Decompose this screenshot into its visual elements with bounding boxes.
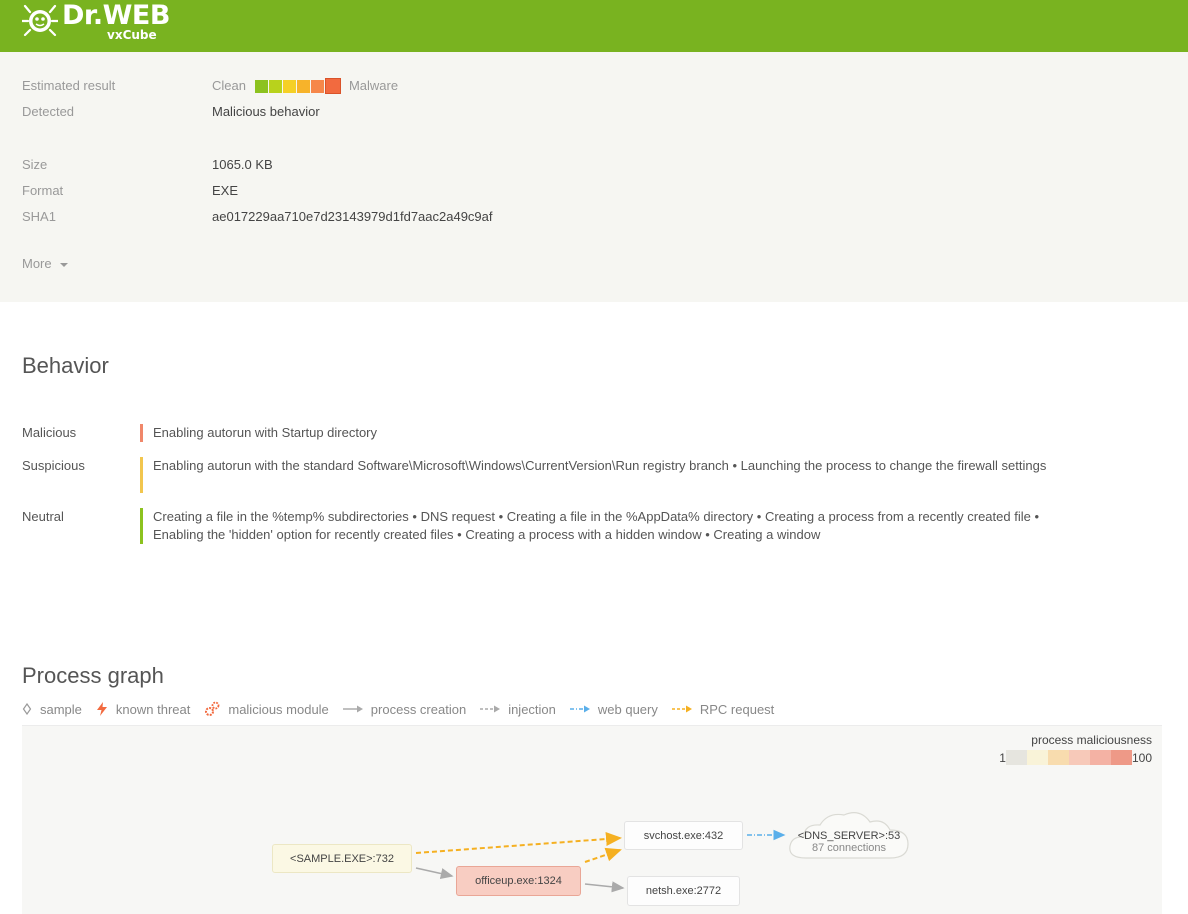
legend-rpc-request: RPC request [671,701,775,717]
process-node-netsh[interactable]: netsh.exe:2772 [627,876,740,906]
behavior-title: Behavior [22,353,109,378]
lightning-icon [96,702,107,716]
process-node-sample[interactable]: <SAMPLE.EXE>:732 [272,844,412,873]
node-label: svchost.exe:432 [643,829,724,842]
severity-bar [140,424,143,442]
legend-web-query: web query [569,701,658,717]
dns-connections-count: 87 connections [812,842,886,854]
process-graph-canvas[interactable]: process maliciousness 1 100 <SAMPLE.EXE>… [22,726,1162,914]
legend-malicious-module-label: malicious module [228,701,329,717]
web-query-arrow-icon [569,705,590,713]
legend-injection: injection [480,702,556,717]
sha1-label: SHA1 [22,209,56,224]
edge-sample-svchost [415,832,622,854]
summary-panel: Estimated result Clean Malware Detected … [0,52,1188,302]
result-scale-segment [324,78,341,94]
process-node-svchost[interactable]: svchost.exe:432 [624,821,743,850]
behavior-text: Creating a file in the %temp% subdirecto… [153,509,1039,542]
graph-legend: sample known threat malicious module pro… [22,701,788,717]
legend-malicious-module: malicious module [204,701,329,717]
gears-icon [205,701,220,716]
edge-sample-officeup [415,867,454,880]
severity-bar [140,508,143,544]
clean-label: Clean [212,78,246,93]
chevron-down-icon [59,262,68,267]
size-label: Size [22,157,48,172]
behavior-category-label: Neutral [22,509,64,524]
result-scale-bar [254,78,342,94]
more-label: More [22,256,52,271]
result-scale-segment [296,79,310,93]
malware-label: Malware [348,78,399,93]
dns-server-node[interactable]: <DNS_SERVER>:53 87 connections [784,830,914,854]
legend-web-query-label: web query [597,701,658,717]
process-node-officeup[interactable]: officeup.exe:1324 [456,866,581,896]
format-value: EXE [212,183,239,198]
node-label: netsh.exe:2772 [645,885,722,897]
behavior-category-label: Malicious [22,425,77,440]
legend-sample-label: sample [40,701,82,717]
detected-label: Detected [22,104,75,119]
solid-arrow-icon [342,705,363,713]
process-graph-title: Process graph [22,663,164,688]
result-scale-segment [254,79,268,93]
estimated-result-label: Estimated result [22,78,116,93]
result-scale-segment [268,79,282,93]
brand-name: Dr.WEB [62,0,170,31]
legend-injection-label: injection [508,701,556,717]
node-label: <SAMPLE.EXE>:732 [290,852,394,865]
sample-icon [22,703,32,715]
app-header: Dr.WEB vxCube [0,0,1188,52]
severity-bar [140,457,143,493]
behavior-text: Enabling autorun with the standard Softw… [153,458,1047,473]
legend-known-threat-label: known threat [115,701,191,717]
result-scale-segment [282,79,296,93]
legend-process-creation-label: process creation [370,701,467,717]
sha1-value[interactable]: ae017229aa710e7d23143979d1fd7aac2a49c9af [212,209,493,225]
legend-known-threat: known threat [96,702,190,717]
result-scale-segment [310,79,324,93]
estimated-result-scale: Clean Malware [212,78,398,94]
rpc-arrow-icon [671,705,692,713]
dashed-arrow-icon [480,705,501,713]
spider-logo-icon [22,4,58,37]
graph-edges [415,829,786,893]
more-toggle[interactable]: More [22,256,68,271]
node-label: officeup.exe:1324 [475,875,562,887]
dns-server-label: <DNS_SERVER>:53 [797,830,901,842]
format-label: Format [22,183,64,198]
edge-officeup-svchost [584,847,622,863]
detected-value: Malicious behavior [212,104,320,119]
drweb-logo[interactable]: Dr.WEB vxCube [22,0,170,52]
behavior-text: Enabling autorun with Startup directory [153,425,378,440]
behavior-category-label: Suspicious [22,458,85,473]
size-value: 1065.0 KB [212,157,273,172]
legend-sample: sample [22,702,82,717]
legend-process-creation: process creation [342,701,467,717]
legend-rpc-request-label: RPC request [699,701,775,717]
edge-officeup-netsh [584,881,625,893]
